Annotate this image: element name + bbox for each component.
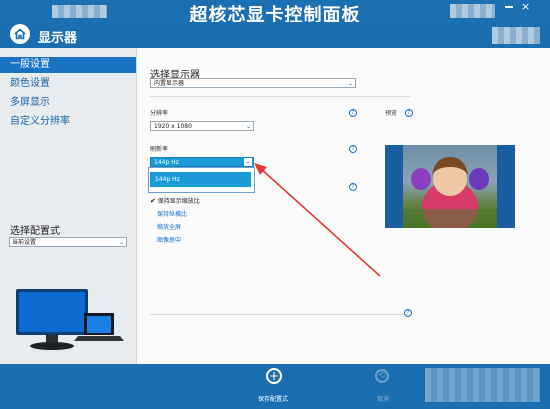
display-select[interactable]: 内置显示器 ⌄ (150, 78, 356, 88)
section-header (0, 22, 550, 48)
sidebar-item-custom-resolution[interactable]: 自定义分辨率 (0, 114, 136, 130)
help-icon[interactable]: ? (349, 109, 357, 117)
resolution-label: 分辨率 (150, 110, 169, 117)
option-keep-aspect-ratio[interactable]: 保持纵横比 (157, 209, 187, 218)
refresh-rate-option[interactable]: 144p Hz (150, 172, 251, 187)
resolution-select[interactable]: 1920 x 1080 ⌄ (150, 121, 254, 131)
blurred-region (450, 4, 495, 18)
blurred-region (492, 27, 540, 44)
keep-scaling-checkbox[interactable]: ✔ 保持显示缩放比 (150, 196, 200, 205)
refresh-rate-select[interactable]: 144p Hz ⌄ (150, 157, 254, 167)
chevron-down-icon: ⌄ (347, 80, 353, 87)
close-button[interactable]: × (521, 1, 530, 13)
chevron-down-icon: ⌄ (245, 123, 251, 130)
divider (150, 314, 410, 315)
chevron-down-icon: ⌄ (118, 239, 124, 246)
save-profile-button[interactable]: 保存配置式 (258, 394, 288, 403)
sidebar-item-general[interactable]: 一般设置 (0, 57, 136, 73)
help-icon[interactable]: ? (349, 145, 357, 153)
section-title: 显示器 (38, 31, 78, 46)
profile-label: 选择配置式 (10, 226, 60, 237)
sidebar-item-multi-display[interactable]: 多屏显示 (0, 95, 136, 111)
refresh-rate-value: 144p Hz (154, 159, 179, 166)
option-center-image[interactable]: 图像居中 (157, 235, 181, 244)
help-icon[interactable]: ? (404, 309, 412, 317)
option-scale-full-screen[interactable]: 缩放全屏 (157, 222, 181, 231)
cancel-button[interactable]: 取消 (377, 394, 389, 403)
resolution-select-value: 1920 x 1080 (154, 123, 192, 130)
profile-select-value: 当前设置 (12, 239, 37, 246)
sidebar-item-color[interactable]: 颜色设置 (0, 76, 136, 92)
blurred-region (425, 368, 540, 402)
home-icon[interactable] (10, 24, 30, 44)
minimize-button[interactable] (505, 6, 513, 8)
check-icon: ✔ (150, 197, 156, 205)
monitor-illustration (16, 289, 124, 350)
keep-scaling-label: 保持显示缩放比 (157, 198, 200, 205)
preview-label: 预览 (385, 110, 398, 117)
divider (150, 96, 410, 97)
preview-image (403, 145, 497, 228)
refresh-rate-label: 刷新率 (150, 146, 169, 153)
red-arrow-annotation (254, 163, 381, 277)
help-icon[interactable]: ? (405, 109, 413, 117)
cancel-icon[interactable]: ⟲ (375, 369, 389, 383)
profile-select[interactable]: 当前设置 ⌄ (9, 237, 127, 247)
display-select-value: 内置显示器 (154, 80, 185, 87)
plus-circle-icon[interactable]: + (266, 368, 282, 384)
